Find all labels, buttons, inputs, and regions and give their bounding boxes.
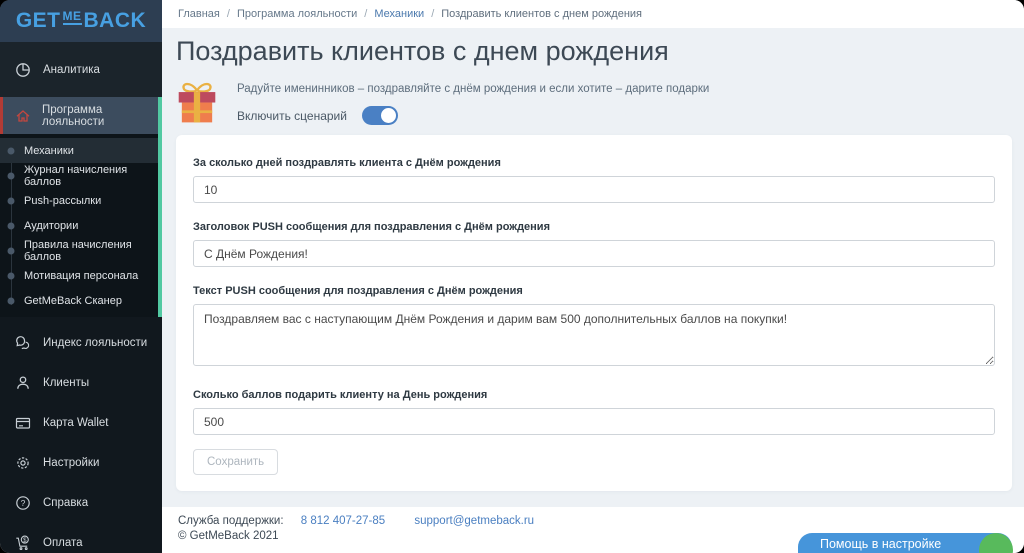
scenario-description: Радуйте именинников – поздравляйте с днё… — [237, 83, 710, 95]
breadcrumb-home[interactable]: Главная — [178, 8, 220, 20]
person-icon — [15, 375, 31, 391]
bullet-dot-icon — [7, 147, 15, 154]
bullet-dot-icon — [7, 172, 15, 179]
sidebar-item-analytics[interactable]: Аналитика — [0, 42, 162, 97]
pie-chart-icon — [15, 62, 31, 78]
gift-icon — [178, 82, 216, 123]
bullet-dot-icon — [7, 222, 15, 229]
sidebar-item-label: Карта Wallet — [43, 417, 109, 429]
submenu-label: Мотивация персонала — [24, 269, 139, 282]
sidebar: GET ME BACK Аналитика Программа лояльности — [0, 0, 162, 553]
sidebar-item-label: Клиенты — [43, 377, 90, 389]
sidebar-item-push[interactable]: Push-рассылки — [0, 188, 162, 213]
sidebar-item-help[interactable]: ? Справка — [0, 483, 162, 523]
breadcrumb-mechanics[interactable]: Механики — [374, 8, 424, 20]
bullet-dot-icon — [7, 272, 15, 279]
field-label: За сколько дней поздравлять клиента с Дн… — [193, 157, 501, 169]
sidebar-item-loyalty-index[interactable]: Индекс лояльности — [0, 323, 162, 363]
logo-text-get: GET — [15, 9, 61, 32]
logo-text-back: BACK — [83, 9, 147, 32]
page-title: Поздравить клиентов с днем рождения — [176, 36, 669, 66]
support-email-link[interactable]: support@getmeback.ru — [414, 515, 534, 527]
sidebar-item-points-journal[interactable]: Журнал начисления баллов — [0, 163, 162, 188]
logo[interactable]: GET ME BACK — [0, 0, 162, 42]
field-label: Заголовок PUSH сообщения для поздравлени… — [193, 221, 550, 233]
logo-text-me: ME — [62, 9, 82, 25]
scenario-toggle-row: Включить сценарий — [237, 106, 709, 125]
sidebar-item-clients[interactable]: Клиенты — [0, 363, 162, 403]
cart-icon: $ — [15, 535, 31, 551]
sidebar-item-loyalty-program[interactable]: Программа лояльности — [0, 97, 162, 134]
submenu-label: Push-рассылки — [24, 194, 102, 207]
toggle-knob — [380, 108, 396, 123]
card-icon — [15, 415, 31, 431]
gear-icon — [15, 455, 31, 471]
scenario-intro: Радуйте именинников – поздравляйте с днё… — [176, 79, 1012, 125]
scenario-summary: Радуйте именинников – поздравляйте с днё… — [237, 79, 709, 125]
field-push-title: Заголовок PUSH сообщения для поздравлени… — [193, 221, 995, 267]
help-chat-button[interactable]: Помощь в настройке — [798, 533, 1013, 553]
sidebar-item-audiences[interactable]: Аудитории — [0, 213, 162, 238]
push-text-textarea[interactable]: Поздравляем вас с наступающим Днём Рожде… — [193, 304, 995, 366]
question-circle-icon: ? — [15, 495, 31, 511]
support-label: Служба поддержки: — [178, 515, 284, 527]
sidebar-item-wallet-card[interactable]: Карта Wallet — [0, 403, 162, 443]
save-button[interactable]: Сохранить — [193, 449, 279, 475]
toggle-label: Включить сценарий — [237, 108, 347, 123]
settings-form-card: За сколько дней поздравлять клиента с Дн… — [176, 135, 1012, 491]
field-label: Сколько баллов подарить клиенту на День … — [193, 389, 488, 401]
sidebar-item-label: Программа лояльности — [42, 103, 105, 128]
sidebar-item-settings[interactable]: Настройки — [0, 443, 162, 483]
submenu-label: Механики — [24, 144, 74, 157]
bullet-dot-icon — [7, 247, 15, 254]
field-bonus-points: Сколько баллов подарить клиенту на День … — [193, 389, 995, 435]
bullet-dot-icon — [7, 297, 15, 304]
sidebar-item-staff-motivation[interactable]: Мотивация персонала — [0, 263, 162, 288]
active-section-accent-bar — [158, 97, 162, 317]
sidebar-item-label: Настройки — [43, 457, 100, 469]
breadcrumb-separator: / — [431, 8, 435, 20]
bullet-dot-icon — [7, 197, 15, 204]
main-area: Главная / Программа лояльности / Механик… — [162, 0, 1024, 553]
page-content: Поздравить клиентов с днем рождения Раду… — [162, 28, 1024, 507]
sidebar-item-label: Справка — [43, 497, 89, 509]
home-icon — [15, 108, 31, 124]
sidebar-item-label: Аналитика — [43, 63, 100, 76]
footer-support-line: Служба поддержки: 8 812 407-27-85 suppor… — [178, 515, 1008, 527]
app-window: GET ME BACK Аналитика Программа лояльности — [0, 0, 1024, 553]
loyalty-submenu: Механики Журнал начисления баллов Push-р… — [0, 134, 162, 317]
submenu-label: Правила начисления баллов — [24, 238, 132, 263]
breadcrumb-loyalty-program[interactable]: Программа лояльности — [237, 8, 357, 20]
push-title-input[interactable] — [193, 240, 995, 267]
sidebar-item-points-rules[interactable]: Правила начисления баллов — [0, 238, 162, 263]
field-days-before: За сколько дней поздравлять клиента с Дн… — [193, 157, 995, 203]
submenu-label: Журнал начисления баллов — [24, 163, 128, 188]
field-push-text: Текст PUSH сообщения для поздравления с … — [193, 285, 995, 371]
submenu-label: GetMeBack Сканер — [24, 294, 122, 307]
sidebar-bottom-nav: Индекс лояльности Клиенты Карта Wallet Н… — [0, 323, 162, 553]
help-chat-label: Помощь в настройке — [820, 537, 942, 551]
svg-text:?: ? — [21, 498, 26, 508]
sidebar-item-mechanics[interactable]: Механики — [0, 138, 162, 163]
support-phone-link[interactable]: 8 812 407-27-85 — [301, 515, 385, 527]
sidebar-item-scanner[interactable]: GetMeBack Сканер — [0, 288, 162, 313]
enable-scenario-toggle[interactable] — [361, 106, 398, 125]
breadcrumb-current-page: Поздравить клиентов с днем рождения — [441, 8, 643, 20]
submenu-label: Аудитории — [24, 219, 79, 232]
sidebar-item-label: Оплата — [43, 537, 83, 549]
breadcrumb-separator: / — [364, 8, 368, 20]
sidebar-item-label: Индекс лояльности — [43, 337, 148, 349]
sidebar-item-payment[interactable]: $ Оплата — [0, 523, 162, 553]
breadcrumb-separator: / — [226, 8, 230, 20]
days-before-input[interactable] — [193, 176, 995, 203]
chat-bubbles-icon — [15, 335, 31, 351]
field-label: Текст PUSH сообщения для поздравления с … — [193, 285, 523, 297]
breadcrumb: Главная / Программа лояльности / Механик… — [162, 0, 1024, 28]
bonus-points-input[interactable] — [193, 408, 995, 435]
